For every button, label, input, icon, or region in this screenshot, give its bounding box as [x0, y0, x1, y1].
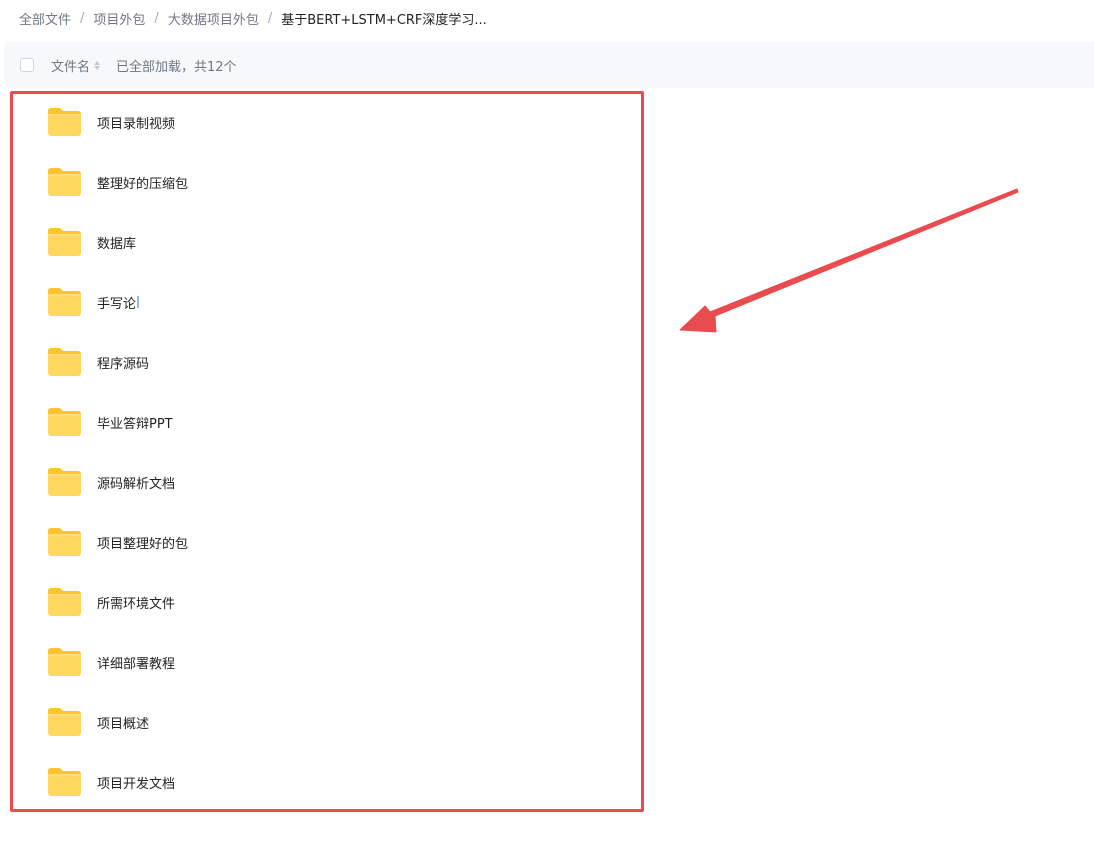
- file-name: 数据库: [97, 236, 137, 252]
- file-name: 程序源码: [97, 356, 150, 372]
- file-name: 整理好的压缩包: [97, 176, 189, 192]
- file-list: 项目录制视频 整理好的压缩包 数据库 手写论 程序源码 毕业答辩PPT 源码解析…: [12, 92, 638, 812]
- folder-row-3[interactable]: 数据库: [12, 212, 638, 272]
- breadcrumb-separator: /: [154, 10, 159, 26]
- folder-row-7[interactable]: 源码解析文档: [12, 452, 638, 512]
- breadcrumb-separator: /: [80, 10, 85, 26]
- breadcrumb-item-bigdata[interactable]: 大数据项目外包: [168, 9, 259, 28]
- folder-row-11[interactable]: 项目概述: [12, 692, 638, 752]
- folder-row-9[interactable]: 所需环境文件: [12, 572, 638, 632]
- breadcrumb-current-folder: 基于BERT+LSTM+CRF深度学习...: [281, 12, 487, 28]
- file-name: 项目开发文档: [97, 776, 176, 792]
- folder-icon: [48, 168, 81, 196]
- folder-row-4[interactable]: 手写论: [12, 272, 638, 332]
- folder-icon: [48, 408, 81, 436]
- load-status-text: 已全部加载，共12个: [116, 59, 237, 75]
- file-list-header: 文件名 已全部加载，共12个: [4, 42, 1094, 88]
- folder-row-8[interactable]: 项目整理好的包: [12, 512, 638, 572]
- breadcrumb-item-outsourcing[interactable]: 项目外包: [93, 9, 145, 28]
- file-name: 手写论: [97, 296, 137, 312]
- folder-row-10[interactable]: 详细部署教程: [12, 632, 638, 692]
- file-manager-page: 全部文件 / 项目外包 / 大数据项目外包 / 基于BERT+LSTM+CRF深…: [0, 0, 1094, 850]
- folder-row-1[interactable]: 项目录制视频: [12, 92, 638, 152]
- folder-icon: [48, 708, 81, 736]
- column-name-label: 文件名: [51, 59, 91, 75]
- breadcrumb-item-all-files[interactable]: 全部文件: [19, 9, 71, 28]
- file-name: 详细部署教程: [97, 656, 176, 672]
- folder-row-6[interactable]: 毕业答辩PPT: [12, 392, 638, 452]
- breadcrumb-separator: /: [267, 10, 273, 26]
- text-cursor: [137, 296, 140, 308]
- folder-icon: [48, 588, 81, 616]
- breadcrumb: 全部文件 / 项目外包 / 大数据项目外包 / 基于BERT+LSTM+CRF深…: [19, 8, 487, 28]
- folder-icon: [48, 468, 81, 496]
- folder-icon: [48, 768, 81, 796]
- file-name: 毕业答辩PPT: [97, 416, 173, 432]
- folder-row-12[interactable]: 项目开发文档: [12, 752, 638, 812]
- folder-icon: [48, 528, 81, 556]
- folder-icon: [48, 108, 81, 136]
- file-name: 所需环境文件: [97, 596, 176, 612]
- file-name: 项目录制视频: [97, 116, 176, 132]
- file-name: 项目整理好的包: [97, 536, 189, 552]
- folder-row-2[interactable]: 整理好的压缩包: [12, 152, 638, 212]
- file-name: 项目概述: [97, 716, 150, 732]
- file-name: 源码解析文档: [97, 476, 176, 492]
- folder-icon: [48, 228, 81, 256]
- sort-by-name-button[interactable]: 文件名: [51, 56, 101, 75]
- sort-icon: [94, 60, 101, 70]
- folder-icon: [48, 648, 81, 676]
- folder-row-5[interactable]: 程序源码: [12, 332, 638, 392]
- folder-icon: [48, 288, 81, 316]
- folder-icon: [48, 348, 81, 376]
- select-all-checkbox[interactable]: [20, 58, 34, 72]
